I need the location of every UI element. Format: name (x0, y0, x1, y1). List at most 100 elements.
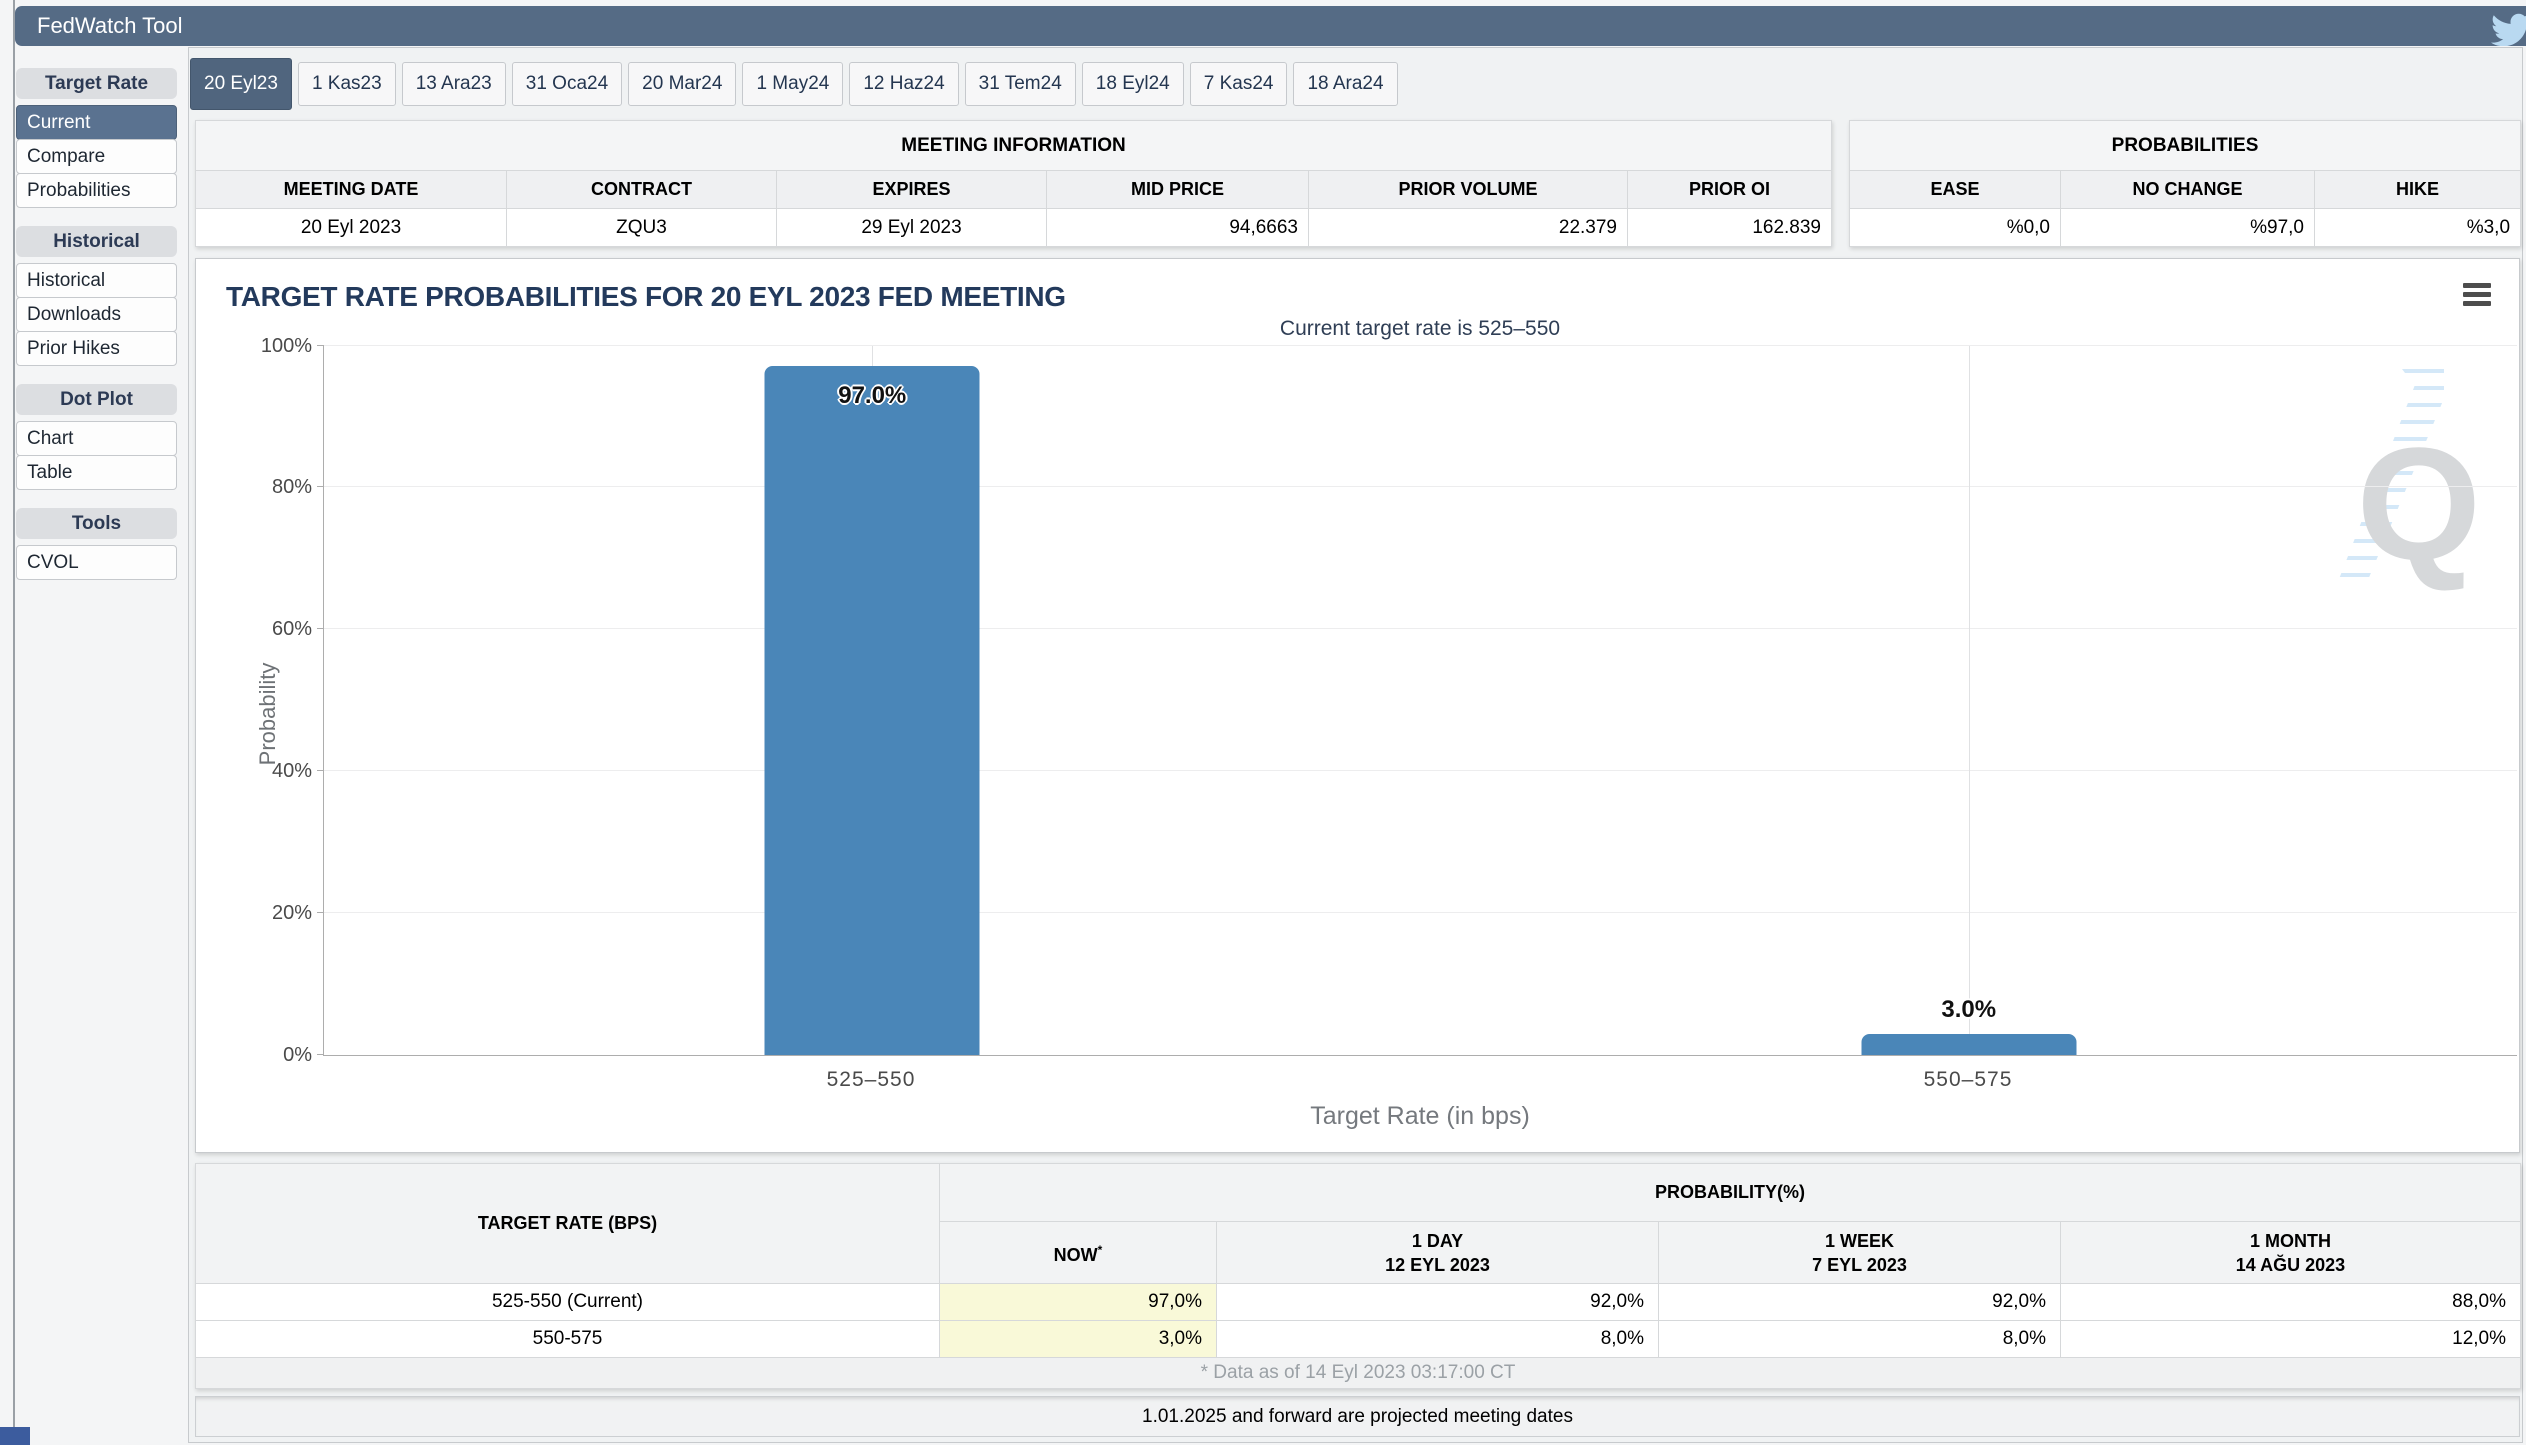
ytick-mark (317, 486, 324, 487)
column-header-no-change: NO CHANGE (2061, 171, 2315, 209)
now-label: NOW (1054, 1245, 1098, 1265)
day-probability-cell: 8,0% (1217, 1321, 1659, 1358)
tab-18-ara24[interactable]: 18 Ara24 (1293, 62, 1397, 106)
gridline-cat2 (1969, 346, 1970, 1055)
tab-18-eyl24[interactable]: 18 Eyl24 (1082, 62, 1184, 106)
tab-12-haz24[interactable]: 12 Haz24 (849, 62, 958, 106)
ytick-mark (317, 628, 324, 629)
probabilities-title: PROBABILITIES (1850, 121, 2521, 171)
contract-value: ZQU3 (507, 209, 777, 247)
column-header-meeting-date: MEETING DATE (196, 171, 507, 209)
target-rate-chart-panel: TARGET RATE PROBABILITIES FOR 20 EYL 202… (195, 258, 2520, 1153)
meeting-info-title: MEETING INFORMATION (196, 121, 1832, 171)
chart-title: TARGET RATE PROBABILITIES FOR 20 EYL 202… (226, 281, 1066, 313)
xtick-label-550-575: 550–575 (1924, 1068, 2013, 1092)
tab-13-ara23[interactable]: 13 Ara23 (402, 62, 506, 106)
gridline-60 (324, 628, 2517, 629)
column-header-now: NOW* (940, 1222, 1217, 1284)
column-header-ease: EASE (1850, 171, 2061, 209)
sidebar-item-chart[interactable]: Chart (16, 421, 177, 456)
meeting-tabs: 20 Eyl23 1 Kas23 13 Ara23 31 Oca24 20 Ma… (190, 58, 1404, 110)
sidebar-header-target-rate: Target Rate (16, 68, 177, 99)
expires-value: 29 Eyl 2023 (777, 209, 1047, 247)
week-probability-cell: 92,0% (1659, 1284, 2061, 1321)
probability-table: TARGET RATE (BPS) PROBABILITY(%) NOW* 1 … (195, 1163, 2521, 1389)
week-probability-cell: 8,0% (1659, 1321, 2061, 1358)
ytick-mark (317, 345, 324, 346)
sidebar-section-tools: Tools CVOL (16, 508, 177, 580)
tab-31-oca24[interactable]: 31 Oca24 (512, 62, 622, 106)
tab-1-may24[interactable]: 1 May24 (742, 62, 843, 106)
month-probability-cell: 88,0% (2061, 1284, 2521, 1321)
probability-bar-525-550[interactable] (765, 366, 980, 1055)
sidebar-item-compare[interactable]: Compare (16, 139, 177, 174)
period-1day-line2: 12 EYL 2023 (1385, 1255, 1490, 1275)
ytick-label-0: 0% (283, 1044, 312, 1066)
probability-bar-550-575[interactable] (1861, 1034, 2076, 1055)
sidebar-item-probabilities[interactable]: Probabilities (16, 173, 177, 208)
hike-value: %3,0 (2315, 209, 2521, 247)
chart-plot-area: 0% 20% 40% 60% 80% 100% 97.0% 3.0% (323, 346, 2517, 1056)
xtick-label-525-550: 525–550 (827, 1068, 916, 1092)
fedwatch-screen: FedWatch Tool Target Rate Current Compar… (0, 0, 2526, 1445)
sidebar-item-table[interactable]: Table (16, 455, 177, 490)
twitter-icon[interactable] (2488, 10, 2526, 46)
now-probability-cell: 3,0% (940, 1321, 1217, 1358)
period-1month-line2: 14 AĞU 2023 (2236, 1255, 2345, 1275)
meeting-info-table: MEETING INFORMATION MEETING DATE CONTRAC… (195, 120, 1832, 247)
period-1week-line2: 7 EYL 2023 (1812, 1255, 1907, 1275)
bar-value-label-525-550: 97.0% (838, 382, 906, 410)
probabilities-summary-table: PROBABILITIES EASE NO CHANGE HIKE %0,0 %… (1849, 120, 2521, 247)
sidebar-section-historical: Historical Historical Downloads Prior Hi… (16, 226, 177, 366)
sidebar: Target Rate Current Compare Probabilitie… (16, 68, 177, 598)
column-header-prior-volume: PRIOR VOLUME (1309, 171, 1628, 209)
gridline-100 (324, 345, 2517, 346)
gridline-40 (324, 770, 2517, 771)
tab-31-tem24[interactable]: 31 Tem24 (965, 62, 1076, 106)
sidebar-item-historical[interactable]: Historical (16, 263, 177, 298)
column-header-prior-oi: PRIOR OI (1628, 171, 1832, 209)
ytick-label-80: 80% (272, 476, 312, 498)
sidebar-section-dot-plot: Dot Plot Chart Table (16, 384, 177, 490)
target-rate-cell: 550-575 (196, 1321, 940, 1358)
target-rate-cell: 525-550 (Current) (196, 1284, 940, 1321)
sidebar-item-cvol[interactable]: CVOL (16, 545, 177, 580)
gridline-20 (324, 912, 2517, 913)
column-header-mid-price: MID PRICE (1047, 171, 1309, 209)
column-header-target-rate-bps: TARGET RATE (BPS) (196, 1164, 940, 1284)
sidebar-section-target-rate: Target Rate Current Compare Probabilitie… (16, 68, 177, 208)
column-header-1-day: 1 DAY 12 EYL 2023 (1217, 1222, 1659, 1284)
sidebar-item-current[interactable]: Current (16, 105, 177, 140)
now-asterisk: * (1098, 1243, 1103, 1257)
chart-subtitle: Current target rate is 525–550 (1280, 317, 1560, 341)
x-axis-title: Target Rate (in bps) (1310, 1102, 1530, 1131)
column-header-contract: CONTRACT (507, 171, 777, 209)
column-header-hike: HIKE (2315, 171, 2521, 209)
ytick-label-100: 100% (261, 335, 312, 357)
sidebar-item-prior-hikes[interactable]: Prior Hikes (16, 331, 177, 366)
now-probability-cell: 97,0% (940, 1284, 1217, 1321)
left-border-rule (13, 0, 15, 1445)
column-header-expires: EXPIRES (777, 171, 1047, 209)
period-1month-line1: 1 MONTH (2250, 1231, 2331, 1251)
ytick-mark (317, 912, 324, 913)
prior-oi-value: 162.839 (1628, 209, 1832, 247)
no-change-value: %97,0 (2061, 209, 2315, 247)
tab-7-kas24[interactable]: 7 Kas24 (1190, 62, 1288, 106)
prior-volume-value: 22.379 (1309, 209, 1628, 247)
ytick-label-20: 20% (272, 902, 312, 924)
sidebar-header-tools: Tools (16, 508, 177, 539)
bottom-left-corner-square (0, 1427, 30, 1445)
period-1day-line1: 1 DAY (1412, 1231, 1463, 1251)
chart-menu-icon[interactable] (2463, 283, 2491, 310)
projected-dates-note: 1.01.2025 and forward are projected meet… (195, 1396, 2520, 1437)
tab-1-kas23[interactable]: 1 Kas23 (298, 62, 396, 106)
column-header-1-month: 1 MONTH 14 AĞU 2023 (2061, 1222, 2521, 1284)
ease-value: %0,0 (1850, 209, 2061, 247)
gridline-80 (324, 486, 2517, 487)
tab-20-eyl23[interactable]: 20 Eyl23 (190, 58, 292, 110)
tab-20-mar24[interactable]: 20 Mar24 (628, 62, 736, 106)
sidebar-item-downloads[interactable]: Downloads (16, 297, 177, 332)
sidebar-header-historical: Historical (16, 226, 177, 257)
group-header-probability-pct: PROBABILITY(%) (940, 1164, 2521, 1222)
